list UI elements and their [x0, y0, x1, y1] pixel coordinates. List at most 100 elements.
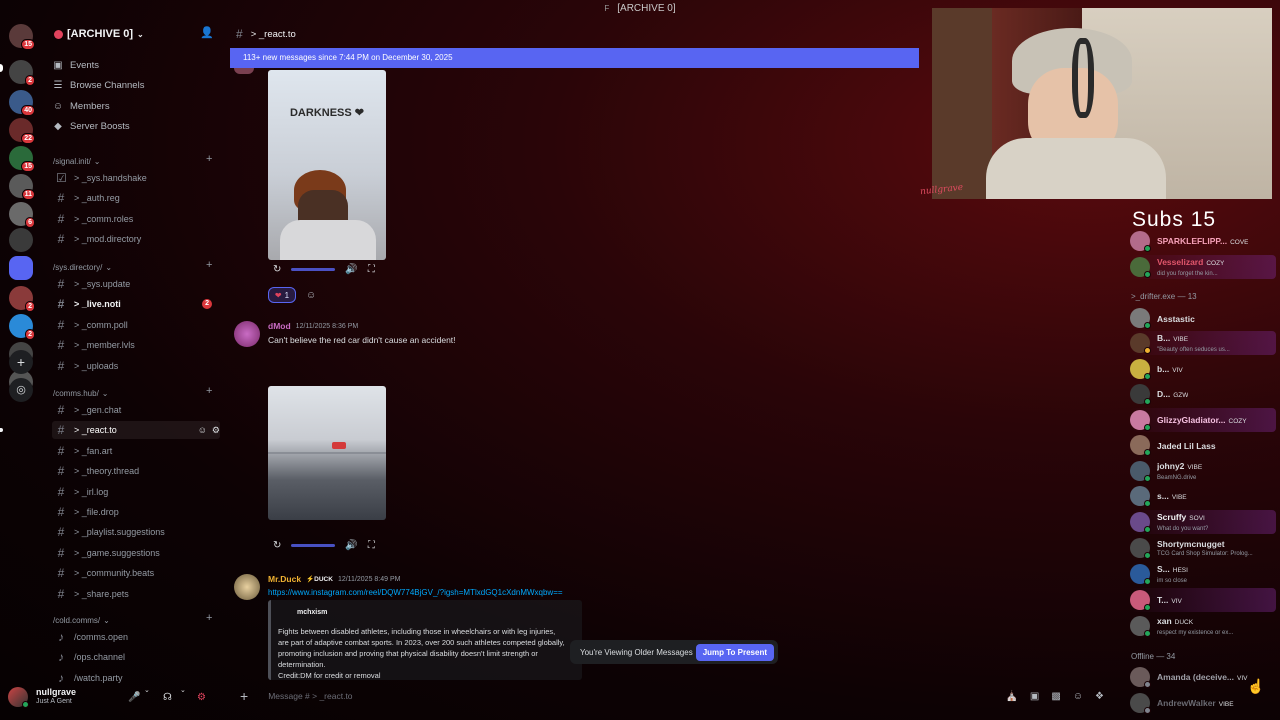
reaction-heart[interactable]: ❤ 1: [268, 287, 296, 303]
volume-icon[interactable]: 🔊: [345, 264, 357, 275]
replay-icon[interactable]: ↻: [273, 540, 281, 551]
server-icon[interactable]: 2: [9, 314, 35, 340]
message-link[interactable]: https://www.instagram.com/reel/DQW774BjG…: [268, 588, 563, 597]
channel-item[interactable]: # > _sys.update: [52, 275, 220, 293]
channel-item[interactable]: # > _theory.thread: [52, 462, 220, 480]
member-item[interactable]: xan DUCK respect my existence or ex...: [1130, 614, 1276, 638]
channel-item[interactable]: # > _mod.directory: [52, 230, 220, 248]
member-item[interactable]: T... VIV: [1130, 588, 1276, 612]
fullscreen-icon[interactable]: ⛶: [368, 264, 375, 275]
add-member-icon[interactable]: 👤: [200, 26, 214, 39]
guild-header[interactable]: [ARCHIVE 0] ⌄: [54, 27, 144, 41]
add-server-icon[interactable]: +: [9, 350, 33, 374]
volume-slider[interactable]: [291, 268, 336, 271]
member-item[interactable]: Shortymcnugget TCG Card Shop Simulator: P…: [1130, 536, 1276, 560]
message-composer[interactable]: + Message # > _react.to ⛪ ▣ ▩ ☺ ❖: [234, 684, 1114, 708]
member-item[interactable]: johny2 VIBE BeamNG.drive: [1130, 459, 1276, 483]
channel-item[interactable]: # > _comm.roles: [52, 210, 220, 228]
gif-icon[interactable]: ▣: [1030, 691, 1039, 702]
category-header[interactable]: /sys.directory/⌄: [53, 261, 112, 273]
message-input[interactable]: Message # > _react.to: [268, 691, 352, 701]
jump-to-present-button[interactable]: Jump To Present: [695, 643, 774, 661]
member-item[interactable]: SPARKLEFLIPP... COVE: [1130, 229, 1276, 253]
category-header[interactable]: /signal.init/⌄: [53, 155, 101, 167]
avatar[interactable]: [234, 574, 260, 600]
channel-item[interactable]: # > _game.suggestions: [52, 544, 220, 562]
avatar[interactable]: [8, 687, 29, 708]
category-header[interactable]: /cold.comms/⌄: [53, 614, 110, 626]
settings-gear-icon[interactable]: ⚙: [212, 425, 220, 436]
invite-icon[interactable]: ☺: [198, 425, 207, 436]
sticker-icon[interactable]: ▩: [1051, 691, 1060, 702]
server-icon[interactable]: 22: [9, 118, 35, 144]
channel-item[interactable]: ♪ /ops.channel: [52, 648, 220, 666]
add-attachment-icon[interactable]: +: [240, 688, 248, 704]
member-item[interactable]: GlizzyGladiator... COZY: [1130, 408, 1276, 432]
channel-item[interactable]: # > _fan.art: [52, 442, 220, 460]
channel-item[interactable]: # > _playlist.suggestions: [52, 523, 220, 541]
channel-item[interactable]: ♪ /comms.open: [52, 628, 220, 646]
chevron-down-icon[interactable]: ⌄: [144, 686, 150, 694]
server-icon[interactable]: [9, 256, 33, 280]
author-name[interactable]: Mr.Duck: [268, 574, 301, 584]
channel-item[interactable]: # > _live.noti 2: [52, 295, 220, 313]
nav-events[interactable]: ▣ Events: [52, 56, 99, 74]
create-channel-icon[interactable]: +: [206, 153, 212, 165]
nav-server-boosts[interactable]: ◆ Server Boosts: [52, 118, 130, 136]
member-item[interactable]: Scruffy SOVI What do you want?: [1130, 510, 1276, 534]
server-icon[interactable]: 40: [9, 90, 35, 116]
volume-icon[interactable]: 🔊: [345, 540, 357, 551]
create-channel-icon[interactable]: +: [206, 385, 212, 397]
channel-item[interactable]: # > _file.drop: [52, 503, 220, 521]
member-item[interactable]: Asstastic: [1130, 306, 1276, 330]
server-icon[interactable]: 2: [9, 60, 35, 86]
chevron-down-icon[interactable]: ⌄: [180, 686, 186, 694]
channel-item[interactable]: # > _community.beats: [52, 564, 220, 582]
channel-item[interactable]: ☑ > _sys.handshake: [52, 169, 220, 187]
add-reaction-icon[interactable]: ☺: [306, 290, 316, 301]
volume-slider[interactable]: [291, 544, 336, 547]
channel-item[interactable]: # > _share.pets: [52, 585, 220, 603]
member-item[interactable]: b... VIV: [1130, 357, 1276, 381]
member-item[interactable]: B... VIBE "Beauty often seduces us...: [1130, 331, 1276, 355]
shop-icon[interactable]: ⛪: [1005, 691, 1017, 702]
embed-author[interactable]: mchxism: [297, 609, 327, 616]
new-messages-bar[interactable]: 113+ new messages since 7:44 PM on Decem…: [230, 48, 919, 68]
server-icon[interactable]: 15: [9, 24, 35, 50]
apps-icon[interactable]: ❖: [1095, 691, 1104, 702]
channel-item[interactable]: # > _gen.chat: [52, 401, 220, 419]
category-header[interactable]: /comms.hub/⌄: [53, 387, 109, 399]
channel-item[interactable]: # > _irl.log: [52, 483, 220, 501]
avatar[interactable]: [234, 321, 260, 347]
create-channel-icon[interactable]: +: [206, 259, 212, 271]
nav-members[interactable]: ☺ Members: [52, 97, 110, 115]
avatar[interactable]: [234, 68, 254, 74]
replay-icon[interactable]: ↻: [273, 264, 281, 275]
fullscreen-icon[interactable]: ⛶: [368, 540, 375, 551]
video-attachment[interactable]: DARKNESS ❤: [268, 70, 386, 260]
channel-item[interactable]: # > _react.to ☺ ⚙: [52, 421, 220, 440]
settings-gear-icon[interactable]: ⚙: [197, 692, 206, 703]
server-icon[interactable]: 2: [9, 286, 35, 312]
create-channel-icon[interactable]: +: [206, 612, 212, 624]
member-item[interactable]: Vesselizard COZY did you forget the kin...: [1130, 255, 1276, 279]
channel-item[interactable]: # > _member.lvls: [52, 336, 220, 354]
member-item[interactable]: s... VIBE: [1130, 484, 1276, 508]
author-name[interactable]: dMod: [268, 321, 291, 331]
discover-icon[interactable]: ◎: [9, 378, 33, 402]
server-icon[interactable]: [9, 228, 33, 252]
member-item[interactable]: S... HESI im so close: [1130, 562, 1276, 586]
emoji-icon[interactable]: ☺: [1073, 691, 1083, 702]
member-item[interactable]: Jaded Lil Lass: [1130, 433, 1276, 457]
server-icon[interactable]: 11: [9, 174, 35, 200]
channel-item[interactable]: # > _uploads: [52, 357, 220, 375]
server-icon[interactable]: 15: [9, 146, 35, 172]
channel-item[interactable]: # > _auth.reg: [52, 189, 220, 207]
server-icon[interactable]: 6: [9, 202, 35, 228]
headphones-icon[interactable]: ☊: [163, 692, 172, 703]
member-item[interactable]: D... GZW: [1130, 382, 1276, 406]
video-attachment[interactable]: [268, 386, 386, 520]
microphone-icon[interactable]: 🎤: [128, 692, 140, 703]
nav-browse-channels[interactable]: ☰ Browse Channels: [52, 77, 145, 95]
channel-item[interactable]: # > _comm.poll: [52, 316, 220, 334]
